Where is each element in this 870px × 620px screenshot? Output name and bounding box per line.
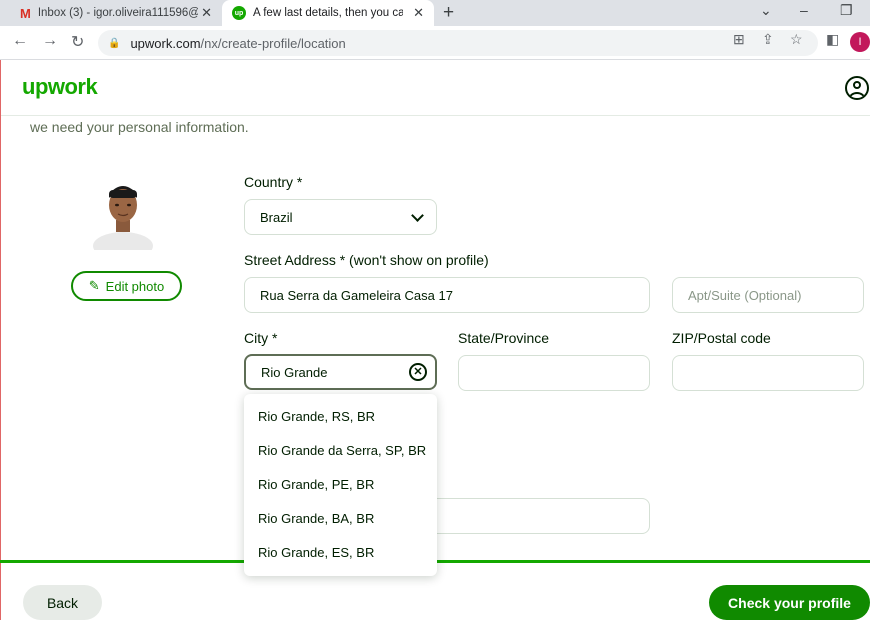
- url-path: /nx/create-profile/location: [200, 35, 346, 51]
- apt-placeholder: Apt/Suite (Optional): [688, 287, 802, 303]
- state-label: State/Province: [458, 330, 550, 346]
- browser-profile-avatar[interactable]: I: [850, 32, 870, 52]
- address-bar[interactable]: 🔒 upwork.com /nx/create-profile/location: [98, 30, 818, 56]
- chevron-down-icon: [411, 209, 424, 222]
- back-arrow-icon[interactable]: ←: [12, 32, 28, 50]
- tab-title: Inbox (3) - igor.oliveira111596@g: [37, 7, 198, 19]
- browser-toolbar: ← → ↻ 🔒 upwork.com /nx/create-profile/lo…: [0, 26, 870, 60]
- apt-suite-input[interactable]: Apt/Suite (Optional): [672, 277, 864, 313]
- side-panel-icon[interactable]: ◧: [826, 31, 839, 48]
- reload-icon[interactable]: ↻: [71, 32, 84, 52]
- city-suggestion-option[interactable]: Rio Grande, RS, BR: [244, 399, 437, 433]
- site-header: upwork: [0, 60, 870, 116]
- city-suggestion-option[interactable]: Rio Grande da Serra, SP, BR: [244, 433, 437, 467]
- url-host: upwork.com: [130, 35, 201, 51]
- edit-photo-button[interactable]: ✎ Edit photo: [71, 271, 182, 301]
- user-account-icon[interactable]: [845, 76, 869, 100]
- back-button[interactable]: Back: [23, 585, 102, 620]
- minimize-icon[interactable]: –: [800, 2, 808, 18]
- street-address-input[interactable]: Rua Serra da Gameleira Casa 17: [244, 277, 650, 313]
- close-icon[interactable]: ✕: [201, 5, 212, 21]
- translate-icon[interactable]: ⊞: [733, 31, 745, 48]
- zip-label: ZIP/Postal code: [672, 330, 771, 346]
- check-your-profile-button[interactable]: Check your profile: [709, 585, 870, 620]
- forward-arrow-icon[interactable]: →: [42, 32, 58, 50]
- upwork-favicon-icon: up: [232, 6, 246, 20]
- window-edge: [0, 60, 1, 620]
- edit-photo-label: Edit photo: [105, 278, 165, 294]
- tab-search-icon[interactable]: ⌄: [760, 2, 772, 19]
- city-label: City *: [244, 330, 278, 346]
- country-value: Brazil: [260, 209, 293, 225]
- city-suggestion-option[interactable]: Rio Grande, BA, BR: [244, 501, 437, 535]
- street-label: Street Address * (won't show on profile): [244, 252, 489, 268]
- city-value: Rio Grande: [261, 364, 328, 380]
- tab-gmail[interactable]: M Inbox (3) - igor.oliveira111596@g ✕: [0, 0, 222, 26]
- city-suggestion-option[interactable]: Rio Grande, PE, BR: [244, 467, 437, 501]
- city-suggestion-option[interactable]: Rio Grande, ES, BR: [244, 535, 437, 569]
- city-input[interactable]: Rio Grande ✕: [244, 354, 437, 390]
- tab-title: A few last details, then you can c: [253, 7, 403, 19]
- country-label: Country *: [244, 174, 303, 190]
- zip-input[interactable]: [672, 355, 864, 391]
- upwork-logo[interactable]: upwork: [22, 74, 98, 100]
- city-suggestions-dropdown: Rio Grande, RS, BR Rio Grande da Serra, …: [244, 394, 437, 576]
- intro-text: we need your personal information.: [30, 119, 249, 135]
- state-input[interactable]: [458, 355, 650, 391]
- profile-photo: [90, 178, 156, 250]
- close-icon[interactable]: ✕: [413, 5, 424, 21]
- browser-tab-bar: M Inbox (3) - igor.oliveira111596@g ✕ up…: [0, 0, 870, 26]
- share-icon[interactable]: ⇪: [762, 31, 774, 48]
- lock-icon: 🔒: [108, 37, 121, 49]
- tab-upwork[interactable]: up A few last details, then you can c ✕: [222, 0, 434, 26]
- new-tab-icon[interactable]: +: [443, 2, 454, 24]
- restore-icon[interactable]: ❐: [840, 2, 853, 19]
- pencil-icon: ✎: [88, 278, 100, 293]
- street-value: Rua Serra da Gameleira Casa 17: [260, 287, 453, 303]
- clear-icon[interactable]: ✕: [409, 363, 427, 381]
- country-select[interactable]: Brazil: [244, 199, 437, 235]
- gmail-icon: M: [20, 5, 31, 21]
- bookmark-star-icon[interactable]: ☆: [790, 31, 803, 48]
